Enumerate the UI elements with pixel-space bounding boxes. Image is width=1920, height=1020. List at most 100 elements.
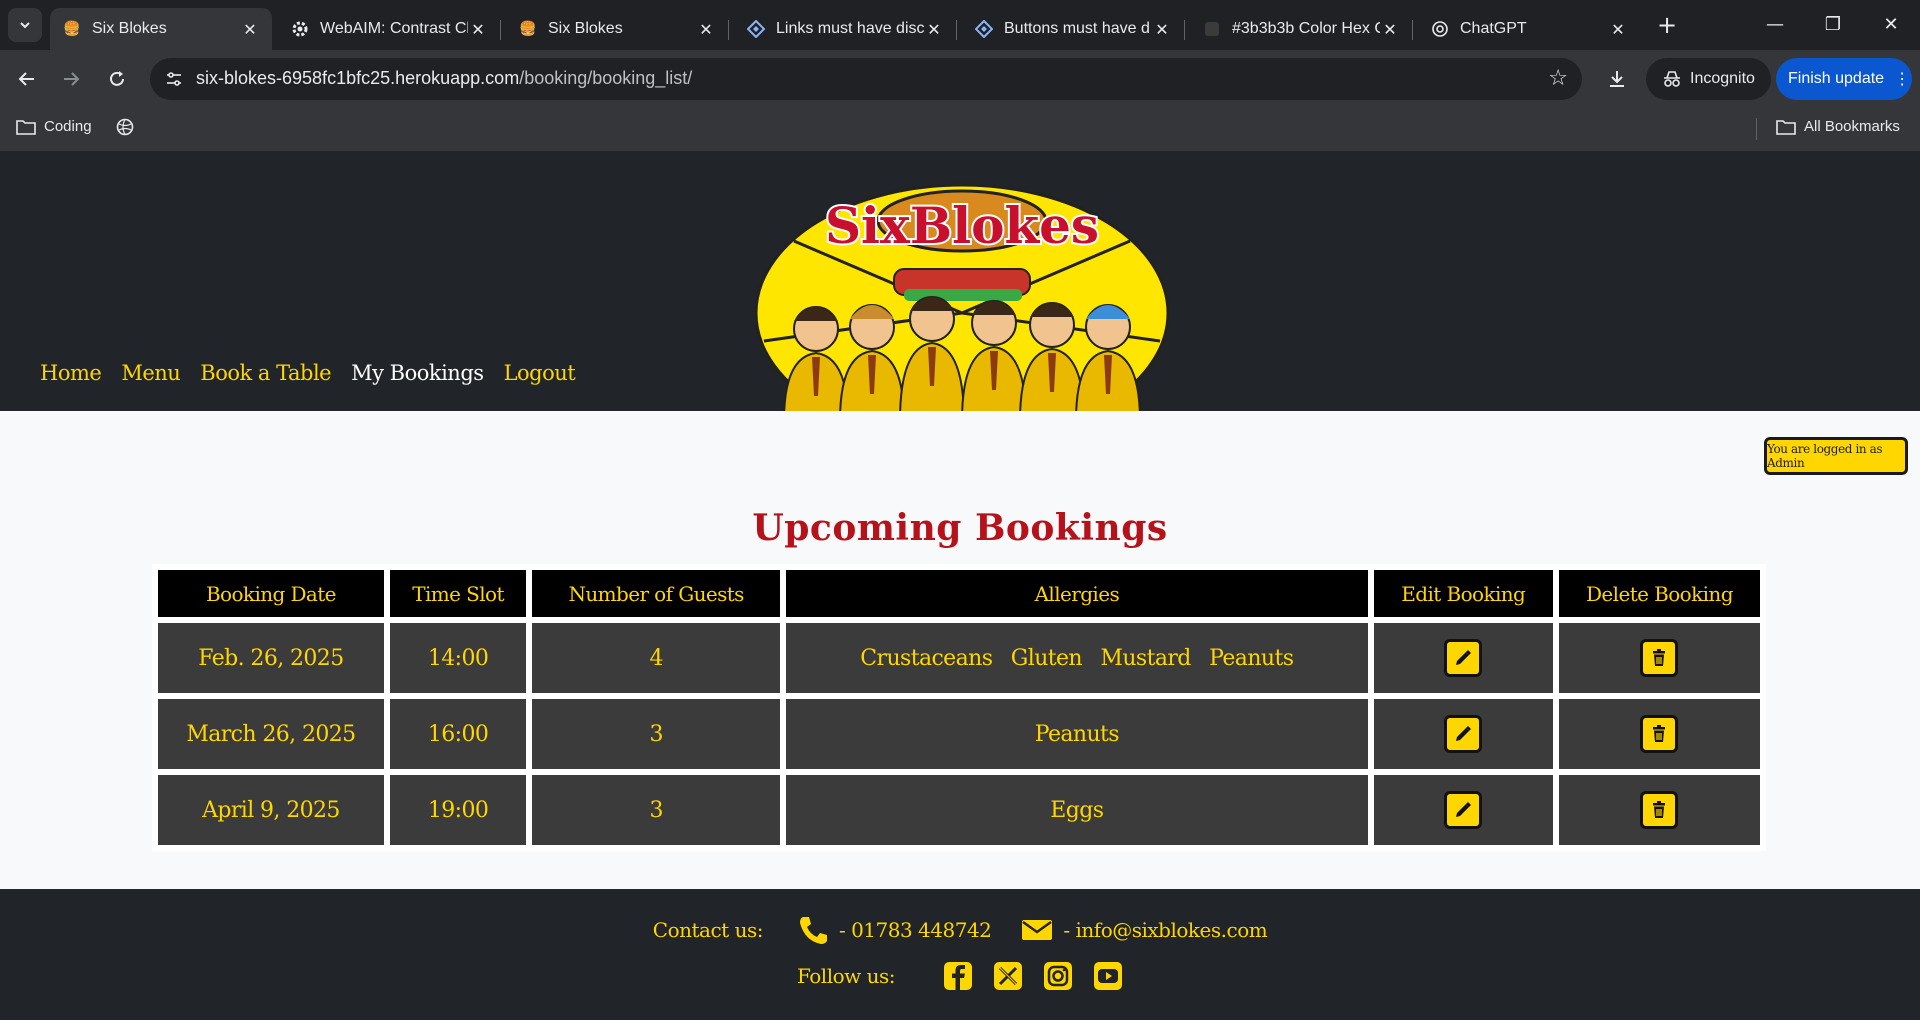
restore-button[interactable]: ❐ (1804, 0, 1862, 48)
trash-icon (1653, 649, 1666, 666)
arrow-left-icon (18, 72, 34, 86)
cell-time-slot: 14:00 (389, 623, 527, 693)
col-header-allergies: Allergies (786, 570, 1368, 617)
bookmark-star-icon[interactable]: ☆ (1548, 66, 1568, 91)
finish-update-button[interactable]: Finish update ⋮ (1776, 58, 1912, 100)
minimize-button[interactable]: — (1746, 0, 1804, 48)
cell-allergies: Crustaceans Gluten Mustard Peanuts (786, 623, 1368, 693)
x-twitter-icon[interactable] (993, 961, 1023, 991)
tab-separator (1412, 20, 1413, 40)
allergy-item: Mustard (1100, 645, 1191, 671)
download-icon[interactable] (1600, 62, 1634, 96)
site-logo[interactable]: SixBlokes (754, 181, 1170, 411)
site-footer: Contact us: - 01783 448742 - info@sixblo… (0, 889, 1920, 1020)
delete-booking-button[interactable] (1640, 715, 1679, 753)
tab-title: ChatGPT (1460, 20, 1527, 37)
finish-update-label: Finish update (1788, 70, 1885, 87)
axe-icon (974, 19, 994, 39)
tab-colorhex[interactable]: #3b3b3b Color Hex C ✕ (1190, 8, 1413, 50)
main-nav: Home Menu Book a Table My Bookings Logou… (40, 361, 576, 385)
reload-button[interactable] (100, 62, 134, 96)
tab-chatgpt[interactable]: ChatGPT ✕ (1418, 8, 1640, 50)
browser-tabstrip: 🍔 Six Blokes ✕ WebAIM: Contrast Ch ✕ 🍔 S… (0, 0, 1920, 50)
admin-status-badge: You are logged in as Admin (1764, 437, 1908, 475)
cell-edit (1373, 623, 1553, 693)
gear-icon (290, 19, 310, 39)
folder-icon (16, 119, 36, 135)
edit-booking-button[interactable] (1444, 791, 1483, 829)
edit-booking-button[interactable] (1444, 639, 1483, 677)
tab-six-blokes-active[interactable]: 🍔 Six Blokes ✕ (50, 8, 272, 50)
forward-button[interactable] (54, 62, 88, 96)
tab-separator (728, 20, 729, 40)
allergy-item: Gluten (1010, 645, 1083, 671)
cell-delete (1558, 623, 1760, 693)
col-header-time-slot: Time Slot (389, 570, 527, 617)
bookmark-globe[interactable] (116, 118, 134, 136)
incognito-indicator[interactable]: Incognito (1646, 58, 1771, 100)
close-tab-icon[interactable]: ✕ (468, 20, 488, 39)
close-tab-icon[interactable]: ✕ (1380, 20, 1400, 39)
globe-icon (116, 118, 134, 136)
tab-webaim[interactable]: WebAIM: Contrast Ch ✕ (278, 8, 501, 50)
tab-search-button[interactable] (8, 8, 42, 42)
cell-edit (1373, 775, 1553, 845)
close-tab-icon[interactable]: ✕ (1608, 20, 1628, 39)
site-info-icon[interactable] (162, 67, 186, 91)
instagram-icon[interactable] (1043, 961, 1073, 991)
address-bar[interactable]: six-blokes-6958fc1bfc25.herokuapp.com/bo… (150, 58, 1582, 100)
cell-time-slot: 19:00 (389, 775, 527, 845)
follow-line: Follow us: (0, 961, 1920, 991)
envelope-icon (1022, 920, 1053, 940)
url-path: /booking/booking_list/ (519, 68, 693, 88)
url-domain: six-blokes-6958fc1bfc25.herokuapp.com (196, 68, 520, 88)
tab-title: Six Blokes (548, 20, 623, 37)
nav-logout[interactable]: Logout (504, 361, 576, 385)
col-header-delete: Delete Booking (1558, 570, 1760, 617)
delete-booking-button[interactable] (1640, 639, 1679, 677)
nav-book-a-table[interactable]: Book a Table (200, 361, 331, 385)
phone-number[interactable]: - 01783 448742 (839, 918, 992, 942)
back-button[interactable] (10, 62, 44, 96)
close-tab-icon[interactable]: ✕ (1152, 20, 1172, 39)
more-vert-icon: ⋮ (1894, 71, 1911, 88)
bookings-table: Booking Date Time Slot Number of Guests … (152, 564, 1766, 851)
nav-menu[interactable]: Menu (121, 361, 180, 385)
trash-icon (1653, 801, 1666, 818)
tab-six-blokes[interactable]: 🍔 Six Blokes ✕ (506, 8, 729, 50)
tab-links-discernible[interactable]: Links must have disc ✕ (734, 8, 957, 50)
facebook-icon[interactable] (943, 961, 973, 991)
tab-title: #3b3b3b Color Hex C (1232, 20, 1380, 37)
nav-my-bookings[interactable]: My Bookings (351, 361, 484, 385)
allergy-item: Eggs (1050, 797, 1104, 823)
allergy-item: Crustaceans (860, 645, 993, 671)
burger-icon: 🍔 (63, 21, 81, 37)
close-tab-icon[interactable]: ✕ (240, 20, 260, 39)
site-header: Home Menu Book a Table My Bookings Logou… (0, 151, 1920, 411)
close-window-button[interactable]: ✕ (1862, 0, 1920, 48)
new-tab-button[interactable]: + (1652, 10, 1682, 40)
burger-icon: 🍔 (519, 21, 537, 37)
delete-booking-button[interactable] (1640, 791, 1679, 829)
pencil-icon (1456, 802, 1472, 817)
close-tab-icon[interactable]: ✕ (924, 20, 944, 39)
allergy-item: Peanuts (1209, 645, 1294, 671)
table-header-row: Booking Date Time Slot Number of Guests … (158, 570, 1760, 617)
chevron-down-icon (20, 22, 30, 29)
chatgpt-icon (1430, 19, 1450, 39)
cell-edit (1373, 699, 1553, 769)
email-address[interactable]: - info@sixblokes.com (1063, 918, 1267, 942)
follow-label: Follow us: (796, 964, 896, 988)
cell-delete (1558, 775, 1760, 845)
arrow-right-icon (64, 72, 80, 86)
cell-time-slot: 16:00 (389, 699, 527, 769)
tab-buttons-discernible[interactable]: Buttons must have d ✕ (962, 8, 1185, 50)
close-tab-icon[interactable]: ✕ (696, 20, 716, 39)
allergy-item: Peanuts (1034, 721, 1120, 747)
edit-booking-button[interactable] (1444, 715, 1483, 753)
all-bookmarks-button[interactable]: All Bookmarks (1776, 118, 1900, 135)
bookmarks-separator (1756, 118, 1757, 140)
nav-home[interactable]: Home (40, 361, 102, 385)
youtube-icon[interactable] (1093, 961, 1123, 991)
bookmark-folder-coding[interactable]: Coding (16, 118, 92, 135)
